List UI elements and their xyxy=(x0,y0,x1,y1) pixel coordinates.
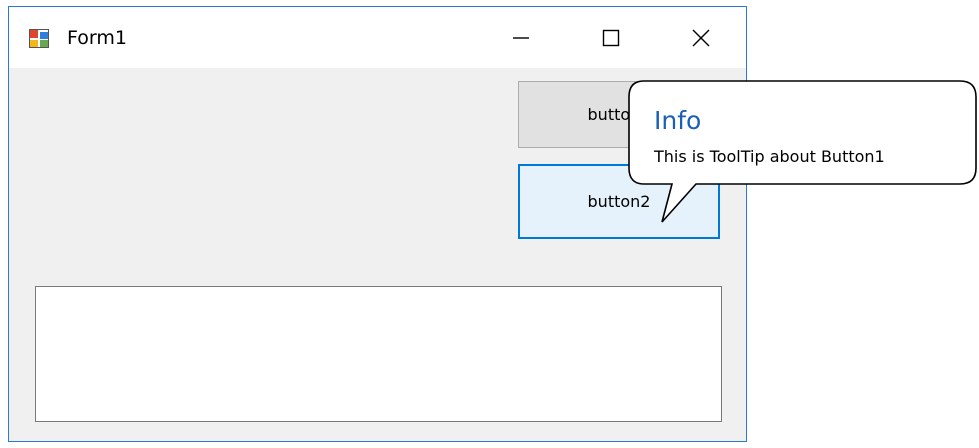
minimize-icon xyxy=(513,36,529,39)
tooltip-text: This is ToolTip about Button1 xyxy=(654,147,885,166)
window-title: Form1 xyxy=(67,27,127,49)
close-button[interactable] xyxy=(656,7,746,68)
title-bar[interactable]: Form1 xyxy=(9,7,746,68)
maximize-icon xyxy=(602,29,620,46)
maximize-button[interactable] xyxy=(566,7,656,68)
multiline-textbox[interactable] xyxy=(35,286,722,422)
minimize-button[interactable] xyxy=(476,7,566,68)
winforms-app-icon xyxy=(29,29,49,48)
close-icon xyxy=(692,29,710,46)
info-tooltip-balloon: Info This is ToolTip about Button1 xyxy=(628,80,978,240)
tooltip-title: Info xyxy=(654,106,702,135)
